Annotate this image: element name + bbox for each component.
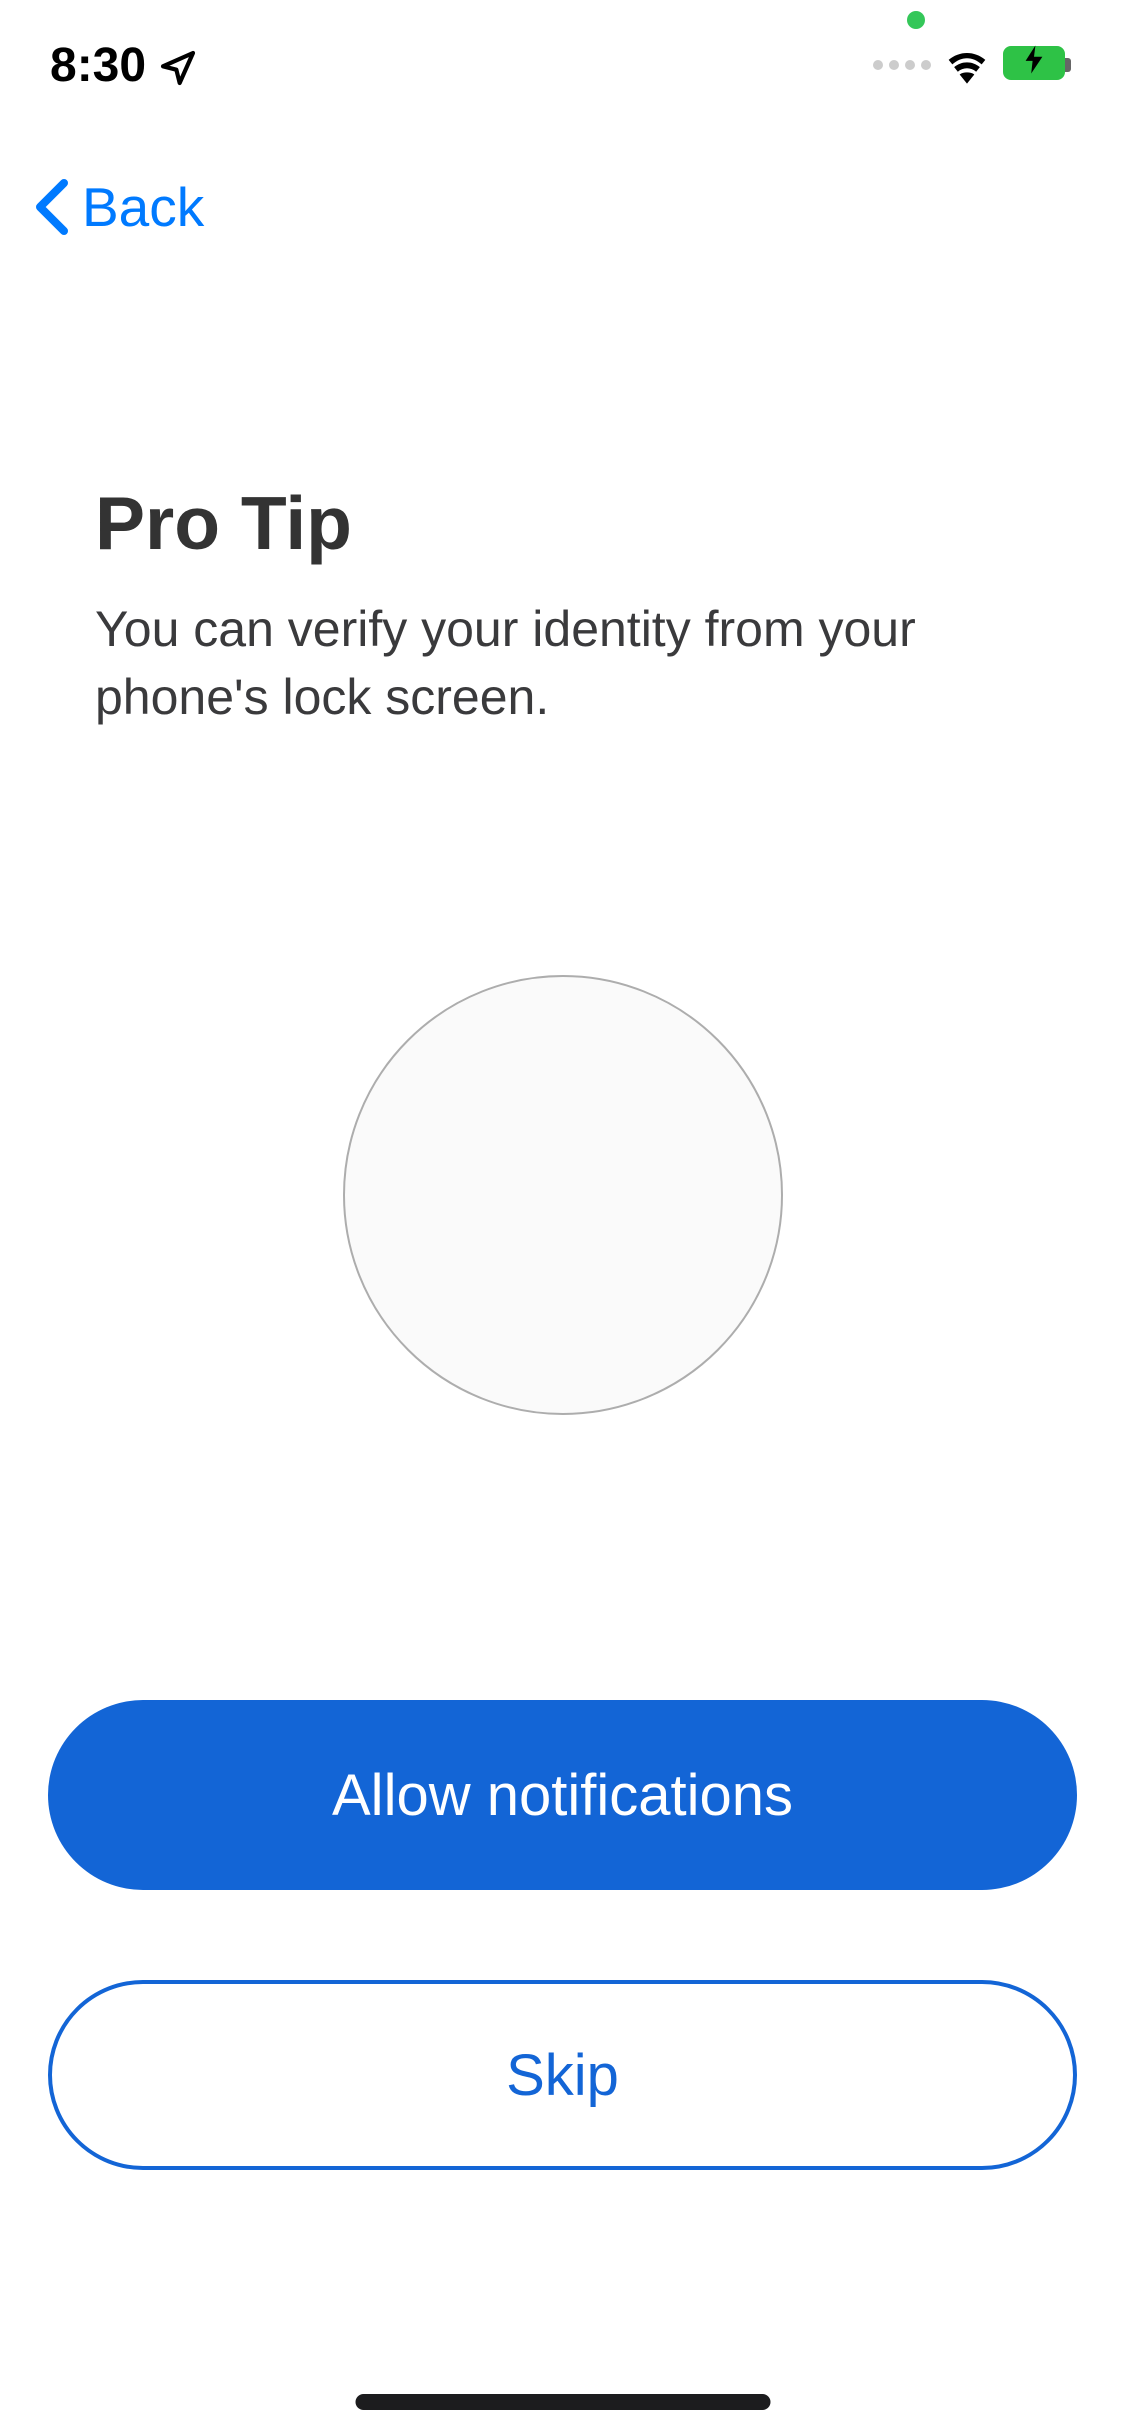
page-title: Pro Tip — [95, 480, 1030, 566]
back-button[interactable]: Back — [30, 175, 204, 239]
status-left: 8:30 — [50, 38, 198, 93]
status-right — [873, 46, 1075, 84]
battery-charging-icon — [1024, 46, 1044, 81]
illustration-placeholder — [343, 975, 783, 1415]
back-label: Back — [82, 175, 204, 239]
primary-button-label: Allow notifications — [332, 1762, 793, 1829]
cell-signal-icon — [873, 60, 931, 70]
skip-button[interactable]: Skip — [48, 1980, 1077, 2170]
page-description: You can verify your identity from your p… — [95, 596, 1030, 731]
home-indicator[interactable] — [355, 2394, 770, 2410]
status-bar: 8:30 — [0, 0, 1125, 130]
battery-icon — [1003, 46, 1075, 84]
status-time: 8:30 — [50, 38, 146, 93]
camera-indicator-dot — [907, 11, 925, 29]
secondary-button-label: Skip — [506, 2042, 619, 2109]
chevron-left-icon — [30, 177, 78, 237]
wifi-icon — [945, 47, 989, 83]
allow-notifications-button[interactable]: Allow notifications — [48, 1700, 1077, 1890]
content: Pro Tip You can verify your identity fro… — [95, 480, 1030, 731]
location-icon — [158, 45, 198, 85]
